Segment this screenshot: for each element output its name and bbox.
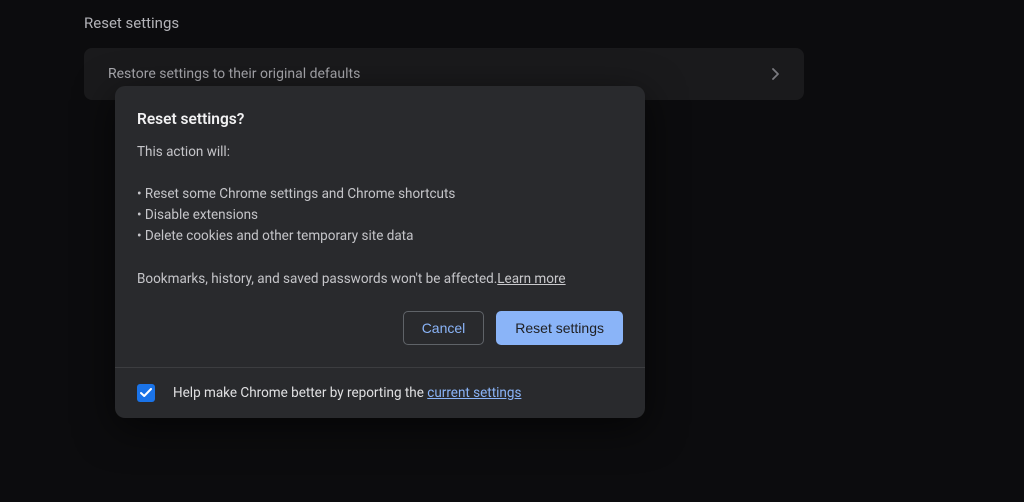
reset-settings-button[interactable]: Reset settings [496, 311, 623, 345]
dialog-bullet: • Reset some Chrome settings and Chrome … [137, 184, 623, 205]
section-title: Reset settings [84, 14, 940, 32]
dialog-bullet-list: • Reset some Chrome settings and Chrome … [137, 184, 623, 247]
cancel-button[interactable]: Cancel [403, 311, 485, 345]
report-settings-label: Help make Chrome better by reporting the… [173, 385, 521, 401]
chevron-right-icon [772, 68, 780, 80]
dialog-title: Reset settings? [137, 110, 623, 128]
reset-settings-dialog: Reset settings? This action will: • Rese… [115, 86, 645, 418]
current-settings-link[interactable]: current settings [427, 385, 521, 401]
learn-more-link[interactable]: Learn more [497, 271, 565, 287]
dialog-intro: This action will: [137, 144, 623, 160]
dialog-bullet: • Delete cookies and other temporary sit… [137, 226, 623, 247]
restore-defaults-label: Restore settings to their original defau… [108, 66, 360, 82]
dialog-note: Bookmarks, history, and saved passwords … [137, 271, 623, 287]
dialog-bullet: • Disable extensions [137, 205, 623, 226]
report-settings-checkbox[interactable] [137, 384, 155, 402]
